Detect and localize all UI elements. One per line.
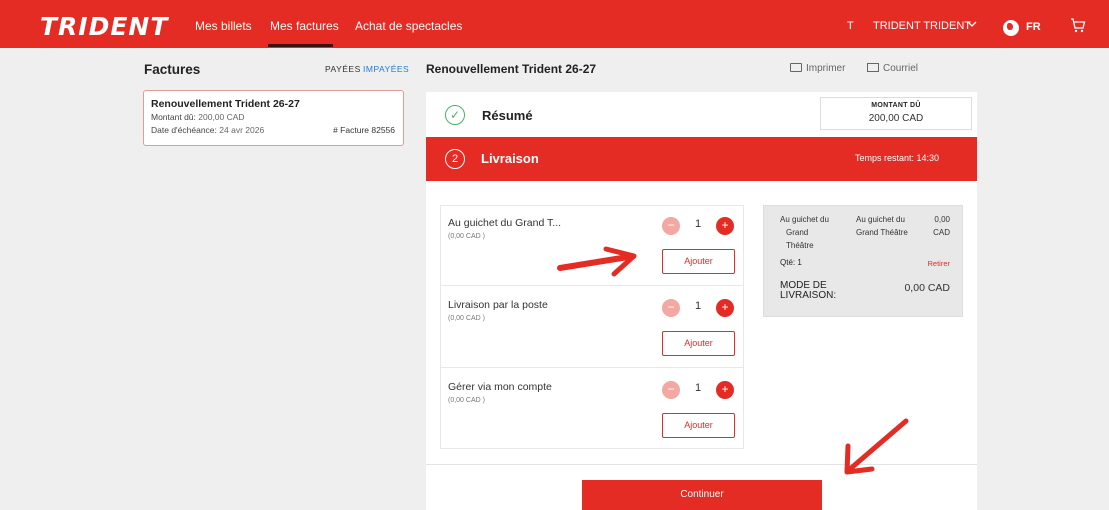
annotation-arrows <box>557 246 909 475</box>
